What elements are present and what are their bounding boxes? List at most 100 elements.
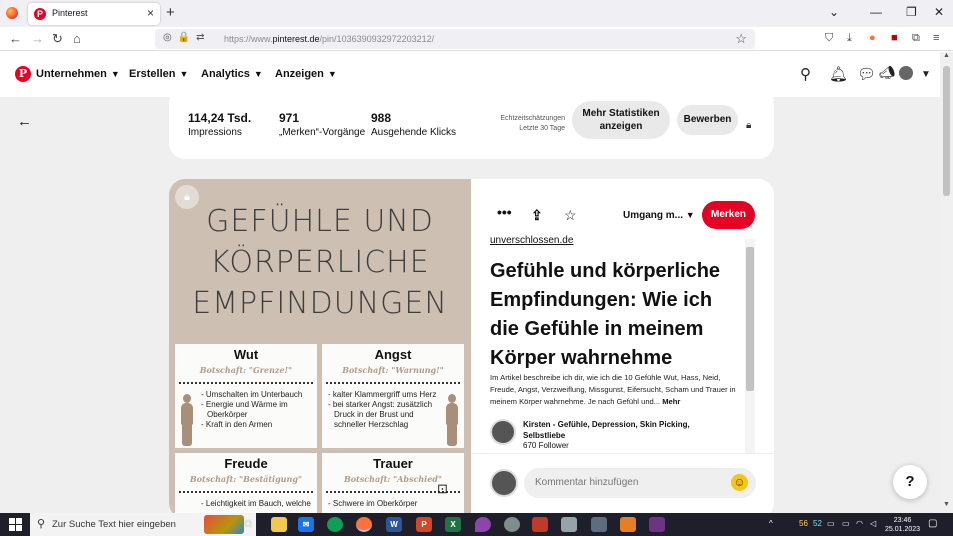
- more-link[interactable]: Mehr: [662, 397, 680, 406]
- forward-icon[interactable]: →: [31, 31, 44, 46]
- stat-saves: 971 „Merken“-Vorgänge: [279, 111, 365, 138]
- account-chevron-icon[interactable]: ▼: [921, 69, 931, 80]
- details-scrollbar[interactable]: [745, 239, 755, 454]
- app-gear-icon[interactable]: [504, 517, 520, 532]
- body-silhouette-icon: [443, 394, 461, 446]
- file-explorer-icon[interactable]: [271, 517, 287, 532]
- author-avatar[interactable]: [490, 419, 516, 445]
- maximize-icon[interactable]: ❐: [906, 5, 917, 19]
- reload-icon[interactable]: ↻: [52, 31, 63, 47]
- edge-browser-icon[interactable]: [327, 517, 343, 532]
- tray-chevron-icon[interactable]: ^: [769, 519, 773, 528]
- battery-icon[interactable]: ▭: [842, 519, 850, 528]
- tab-title: Pinterest: [52, 8, 88, 18]
- avatar[interactable]: [899, 66, 913, 80]
- promote-button[interactable]: Bewerben: [677, 105, 738, 135]
- page-scrollbar[interactable]: ▲ ▼: [940, 52, 953, 513]
- pin-image-title-line: GEFÜHLE UND: [206, 204, 434, 239]
- messages-icon[interactable]: 💬︎: [857, 65, 876, 83]
- back-arrow-icon[interactable]: ←: [17, 113, 32, 130]
- menu-icon[interactable]: ≡: [933, 32, 939, 44]
- firefox-icon[interactable]: [6, 7, 18, 19]
- tray-indicator-mid[interactable]: 52: [813, 519, 822, 528]
- emotion-name: Trauer: [373, 456, 413, 471]
- mail-icon[interactable]: ✉: [298, 517, 314, 532]
- emotion-card-wut: Wut Botschaft: "Grenze!" - Umschalten im…: [175, 344, 317, 448]
- notifications-bell-icon[interactable]: 🔔︎: [829, 65, 848, 83]
- body-silhouette-icon: [178, 394, 196, 446]
- address-bar[interactable]: ◎🔒⇄ https://www.pinterest.de/pin/1036390…: [155, 29, 755, 49]
- author-name[interactable]: Kirsten - Gefühle, Depression, Skin Pick…: [523, 419, 693, 441]
- nav-unternehmen[interactable]: Unternehmen ▼: [36, 68, 120, 80]
- back-icon[interactable]: ←: [9, 31, 22, 46]
- scroll-up-icon[interactable]: ▲: [943, 52, 950, 59]
- emotion-card-freude: Freude Botschaft: "Bestätigung" - Leicht…: [175, 453, 317, 513]
- taskbar-search-box[interactable]: ⚲ Zur Suche Text hier eingeben: [30, 513, 256, 536]
- visual-search-lens-icon[interactable]: ⊡: [437, 481, 448, 497]
- taskbar-clock[interactable]: 23:46 25.01.2023: [885, 516, 920, 534]
- bookmark-star-icon[interactable]: ☆: [735, 31, 747, 47]
- updates-megaphone-icon[interactable]: 📣︎: [879, 65, 896, 81]
- lock-icon: 🔒︎: [746, 120, 752, 131]
- nav-erstellen[interactable]: Erstellen ▼: [129, 68, 188, 80]
- word-icon[interactable]: W: [386, 517, 402, 532]
- divider: [471, 453, 774, 454]
- notifications-icon[interactable]: ▢: [928, 518, 937, 529]
- board-selector[interactable]: Umgang m... ▼: [623, 210, 695, 221]
- stat-value: 971: [279, 111, 300, 125]
- save-button[interactable]: Merken: [702, 201, 755, 229]
- extension-badge-icon[interactable]: ■: [891, 32, 898, 44]
- tab-close-icon[interactable]: ×: [147, 6, 154, 20]
- scrollbar-thumb[interactable]: [943, 66, 950, 196]
- window-close-icon[interactable]: ✕: [934, 5, 944, 19]
- site-security-icons[interactable]: ◎🔒⇄: [163, 32, 211, 43]
- task-view-icon[interactable]: ⧉: [240, 517, 256, 532]
- scrollbar-thumb[interactable]: [746, 247, 754, 391]
- minimize-icon[interactable]: —: [870, 5, 882, 19]
- extension-orange-icon[interactable]: ●: [869, 32, 876, 44]
- emotion-card-angst: Angst Botschaft: "Warnung!" - kalter Kla…: [322, 344, 464, 448]
- pocket-icon[interactable]: ⛉: [825, 32, 833, 45]
- volume-icon[interactable]: ◁: [870, 519, 876, 528]
- network-icon[interactable]: ◠: [856, 519, 863, 528]
- downloads-icon[interactable]: ⤓: [847, 32, 852, 45]
- pinterest-logo-icon[interactable]: P: [15, 66, 31, 82]
- tray-icon[interactable]: ▭: [827, 519, 835, 528]
- tab-list-chevron-icon[interactable]: ⌄: [829, 5, 839, 19]
- extensions-icon[interactable]: ⧉: [912, 32, 920, 45]
- tray-indicator-left[interactable]: 56: [799, 519, 808, 528]
- nav-anzeigen[interactable]: Anzeigen ▼: [275, 68, 337, 80]
- app-person-icon[interactable]: [561, 517, 577, 532]
- more-stats-button[interactable]: Mehr Statistiken anzeigen: [572, 101, 670, 139]
- search-icon[interactable]: ⚲: [800, 65, 811, 83]
- pinterest-favicon-icon: P: [34, 8, 46, 20]
- pin-image[interactable]: 🔒︎ GEFÜHLE UND KÖRPERLICHE EMPFINDUNGEN …: [169, 179, 471, 513]
- app-red-icon[interactable]: [532, 517, 548, 532]
- windows-start-icon[interactable]: [9, 518, 22, 531]
- nav-analytics[interactable]: Analytics ▼: [201, 68, 263, 80]
- scroll-down-icon[interactable]: ▼: [943, 501, 950, 508]
- emotion-item: - Umschalten im Unterbauch: [201, 390, 303, 399]
- more-options-icon[interactable]: •••: [497, 204, 512, 220]
- pin-image-title-line: EMPFINDUNGEN: [192, 286, 448, 321]
- app-purple-icon[interactable]: [649, 517, 665, 532]
- pin-image-title: GEFÜHLE UND KÖRPERLICHE EMPFINDUNGEN: [169, 201, 471, 324]
- excel-icon[interactable]: X: [445, 517, 461, 532]
- browser-tab-pinterest[interactable]: P Pinterest ×: [28, 3, 160, 25]
- chevron-down-icon: ▼: [179, 69, 189, 79]
- board-label: Umgang m...: [623, 210, 684, 221]
- vlc-icon[interactable]: [620, 517, 636, 532]
- calculator-icon[interactable]: [591, 517, 607, 532]
- emoji-picker-icon[interactable]: ☺: [731, 474, 748, 491]
- comment-input[interactable]: Kommentar hinzufügen ☺: [524, 468, 756, 498]
- app-drop-icon[interactable]: [475, 517, 491, 532]
- share-icon[interactable]: ⇪: [531, 207, 543, 224]
- home-icon[interactable]: ⌂: [73, 31, 81, 46]
- powerpoint-icon[interactable]: P: [416, 517, 432, 532]
- new-tab-icon[interactable]: +: [166, 4, 175, 21]
- firefox-taskbar-icon[interactable]: [356, 517, 372, 532]
- favorite-star-icon[interactable]: ☆: [564, 207, 577, 224]
- source-domain-link[interactable]: unverschlossen.de: [490, 235, 573, 246]
- address-url: https://www.pinterest.de/pin/10363909329…: [224, 34, 435, 44]
- help-button[interactable]: ?: [893, 465, 927, 499]
